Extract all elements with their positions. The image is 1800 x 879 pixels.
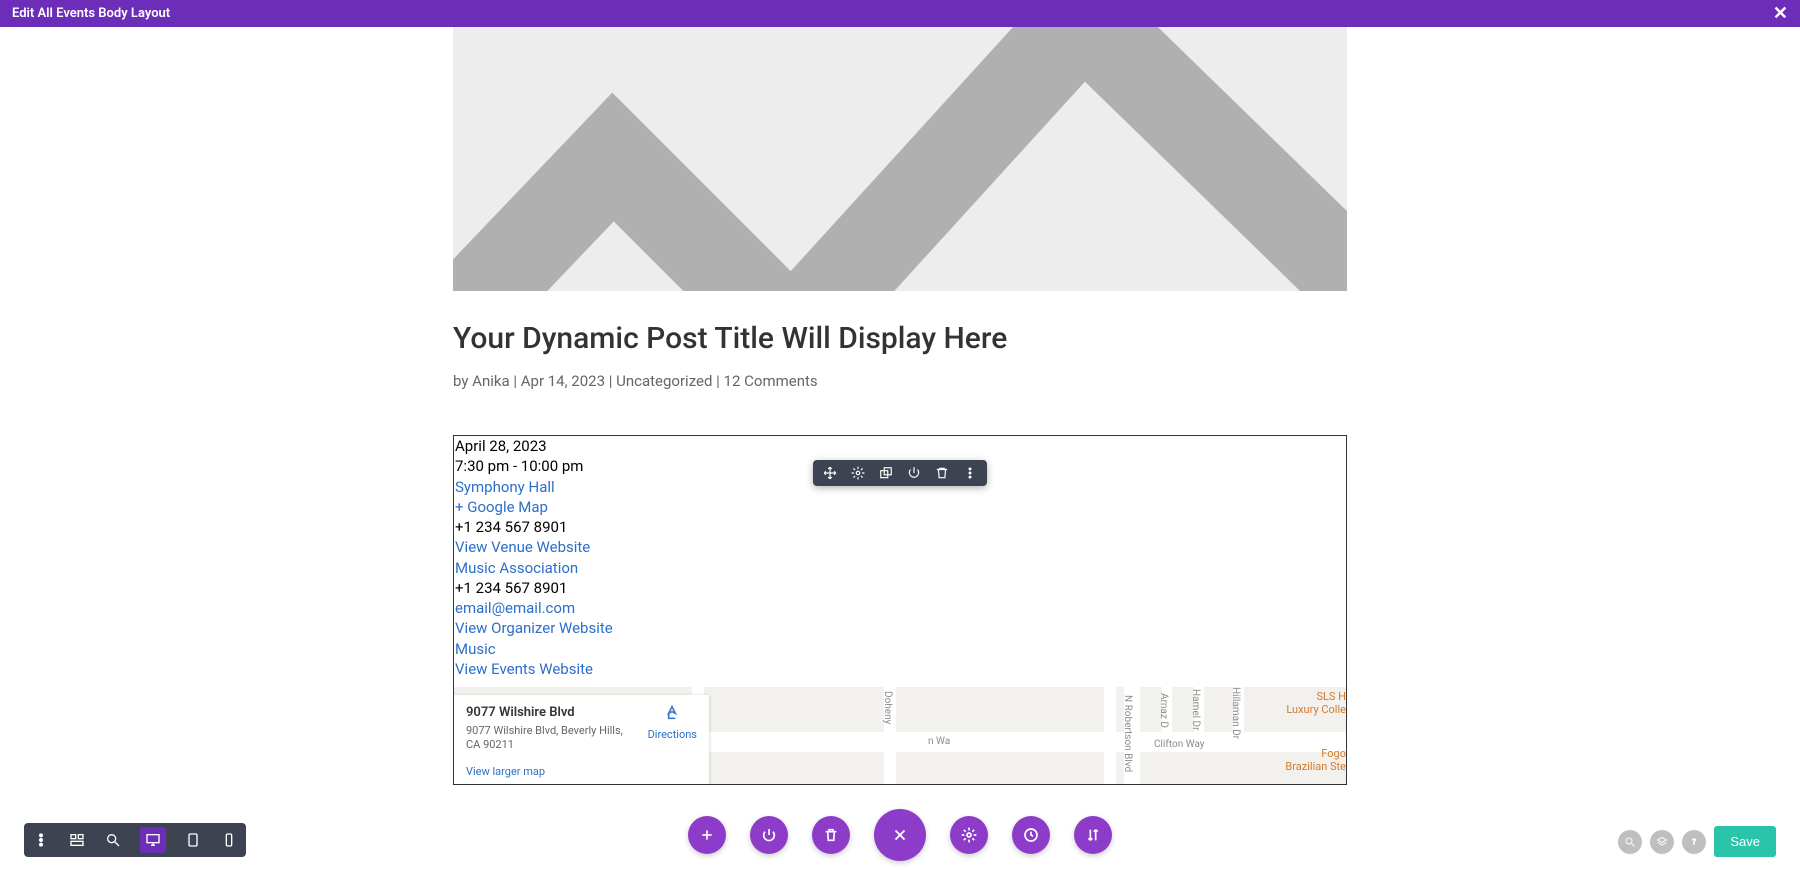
bottom-left-toolbar[interactable]	[24, 823, 246, 857]
view-larger-map-link[interactable]: View larger map	[466, 765, 545, 778]
map-street-arnaz: Arnaz D	[1158, 693, 1169, 728]
map-street-wa: n Wa	[928, 736, 950, 747]
layers-icon-button[interactable]	[1650, 830, 1674, 854]
map-embed[interactable]: Doheny N Robertson Blvd Arnaz D Hamel Dr…	[454, 687, 1346, 784]
settings-button[interactable]	[950, 816, 988, 854]
menu-icon[interactable]	[32, 831, 50, 849]
map-street-clifton: Clifton Way	[1154, 739, 1205, 750]
gear-icon[interactable]	[851, 466, 865, 480]
featured-image-placeholder	[453, 27, 1347, 291]
map-street-hillaman: Hillaman Dr	[1230, 687, 1241, 739]
organizer-email-link[interactable]: email@email.com	[454, 598, 1346, 618]
google-map-link[interactable]: + Google Map	[454, 497, 1346, 517]
map-poi-2: Fogo Brazilian Ste	[1285, 747, 1346, 773]
delete-button[interactable]	[812, 816, 850, 854]
search-icon-button[interactable]	[1618, 830, 1642, 854]
close-action-button[interactable]	[874, 809, 926, 861]
event-phone: +1 234 567 8901	[454, 517, 1346, 537]
move-icon[interactable]	[823, 466, 837, 480]
power-button[interactable]	[750, 816, 788, 854]
desktop-view-icon[interactable]	[140, 827, 166, 853]
venue-website-link[interactable]: View Venue Website	[454, 537, 1346, 557]
history-button[interactable]	[1012, 816, 1050, 854]
events-module[interactable]: April 28, 2023 7:30 pm - 10:00 pm Sympho…	[453, 435, 1347, 785]
tablet-view-icon[interactable]	[184, 831, 202, 849]
wireframe-icon[interactable]	[68, 831, 86, 849]
module-toolbar[interactable]	[813, 460, 987, 486]
close-icon[interactable]: ✕	[1773, 5, 1788, 23]
action-button-row[interactable]	[688, 809, 1112, 861]
directions-link[interactable]: Directions	[648, 728, 697, 741]
bottom-right-toolbar[interactable]: ? Save	[1618, 826, 1776, 857]
event-category-link[interactable]: Music	[454, 639, 1346, 659]
map-info-card: 9077 Wilshire Blvd 9077 Wilshire Blvd, B…	[454, 695, 709, 784]
map-street-robertson: N Robertson Blvd	[1122, 695, 1133, 772]
map-street-hamel: Hamel Dr	[1190, 689, 1201, 731]
more-icon[interactable]	[963, 466, 977, 480]
phone-view-icon[interactable]	[220, 831, 238, 849]
event-phone-2: +1 234 567 8901	[454, 578, 1346, 598]
event-date: April 28, 2023	[454, 436, 1346, 456]
help-icon-button[interactable]: ?	[1682, 830, 1706, 854]
trash-icon[interactable]	[935, 466, 949, 480]
duplicate-icon[interactable]	[879, 466, 893, 480]
events-website-link[interactable]: View Events Website	[454, 659, 1346, 679]
save-button[interactable]: Save	[1714, 826, 1776, 857]
map-street-doheny: Doheny	[882, 691, 893, 724]
add-button[interactable]	[688, 816, 726, 854]
organizer-link[interactable]: Music Association	[454, 558, 1346, 578]
directions-icon[interactable]	[662, 715, 682, 728]
zoom-icon[interactable]	[104, 831, 122, 849]
map-poi-1: SLS H Luxury Colle	[1286, 690, 1346, 716]
sort-button[interactable]	[1074, 816, 1112, 854]
post-title: Your Dynamic Post Title Will Display Her…	[453, 321, 1347, 356]
organizer-website-link[interactable]: View Organizer Website	[454, 618, 1346, 638]
post-meta: by Anika | Apr 14, 2023 | Uncategorized …	[453, 372, 1347, 390]
page-title: Edit All Events Body Layout	[12, 6, 170, 21]
power-icon[interactable]	[907, 466, 921, 480]
svg-text:?: ?	[1692, 837, 1696, 846]
